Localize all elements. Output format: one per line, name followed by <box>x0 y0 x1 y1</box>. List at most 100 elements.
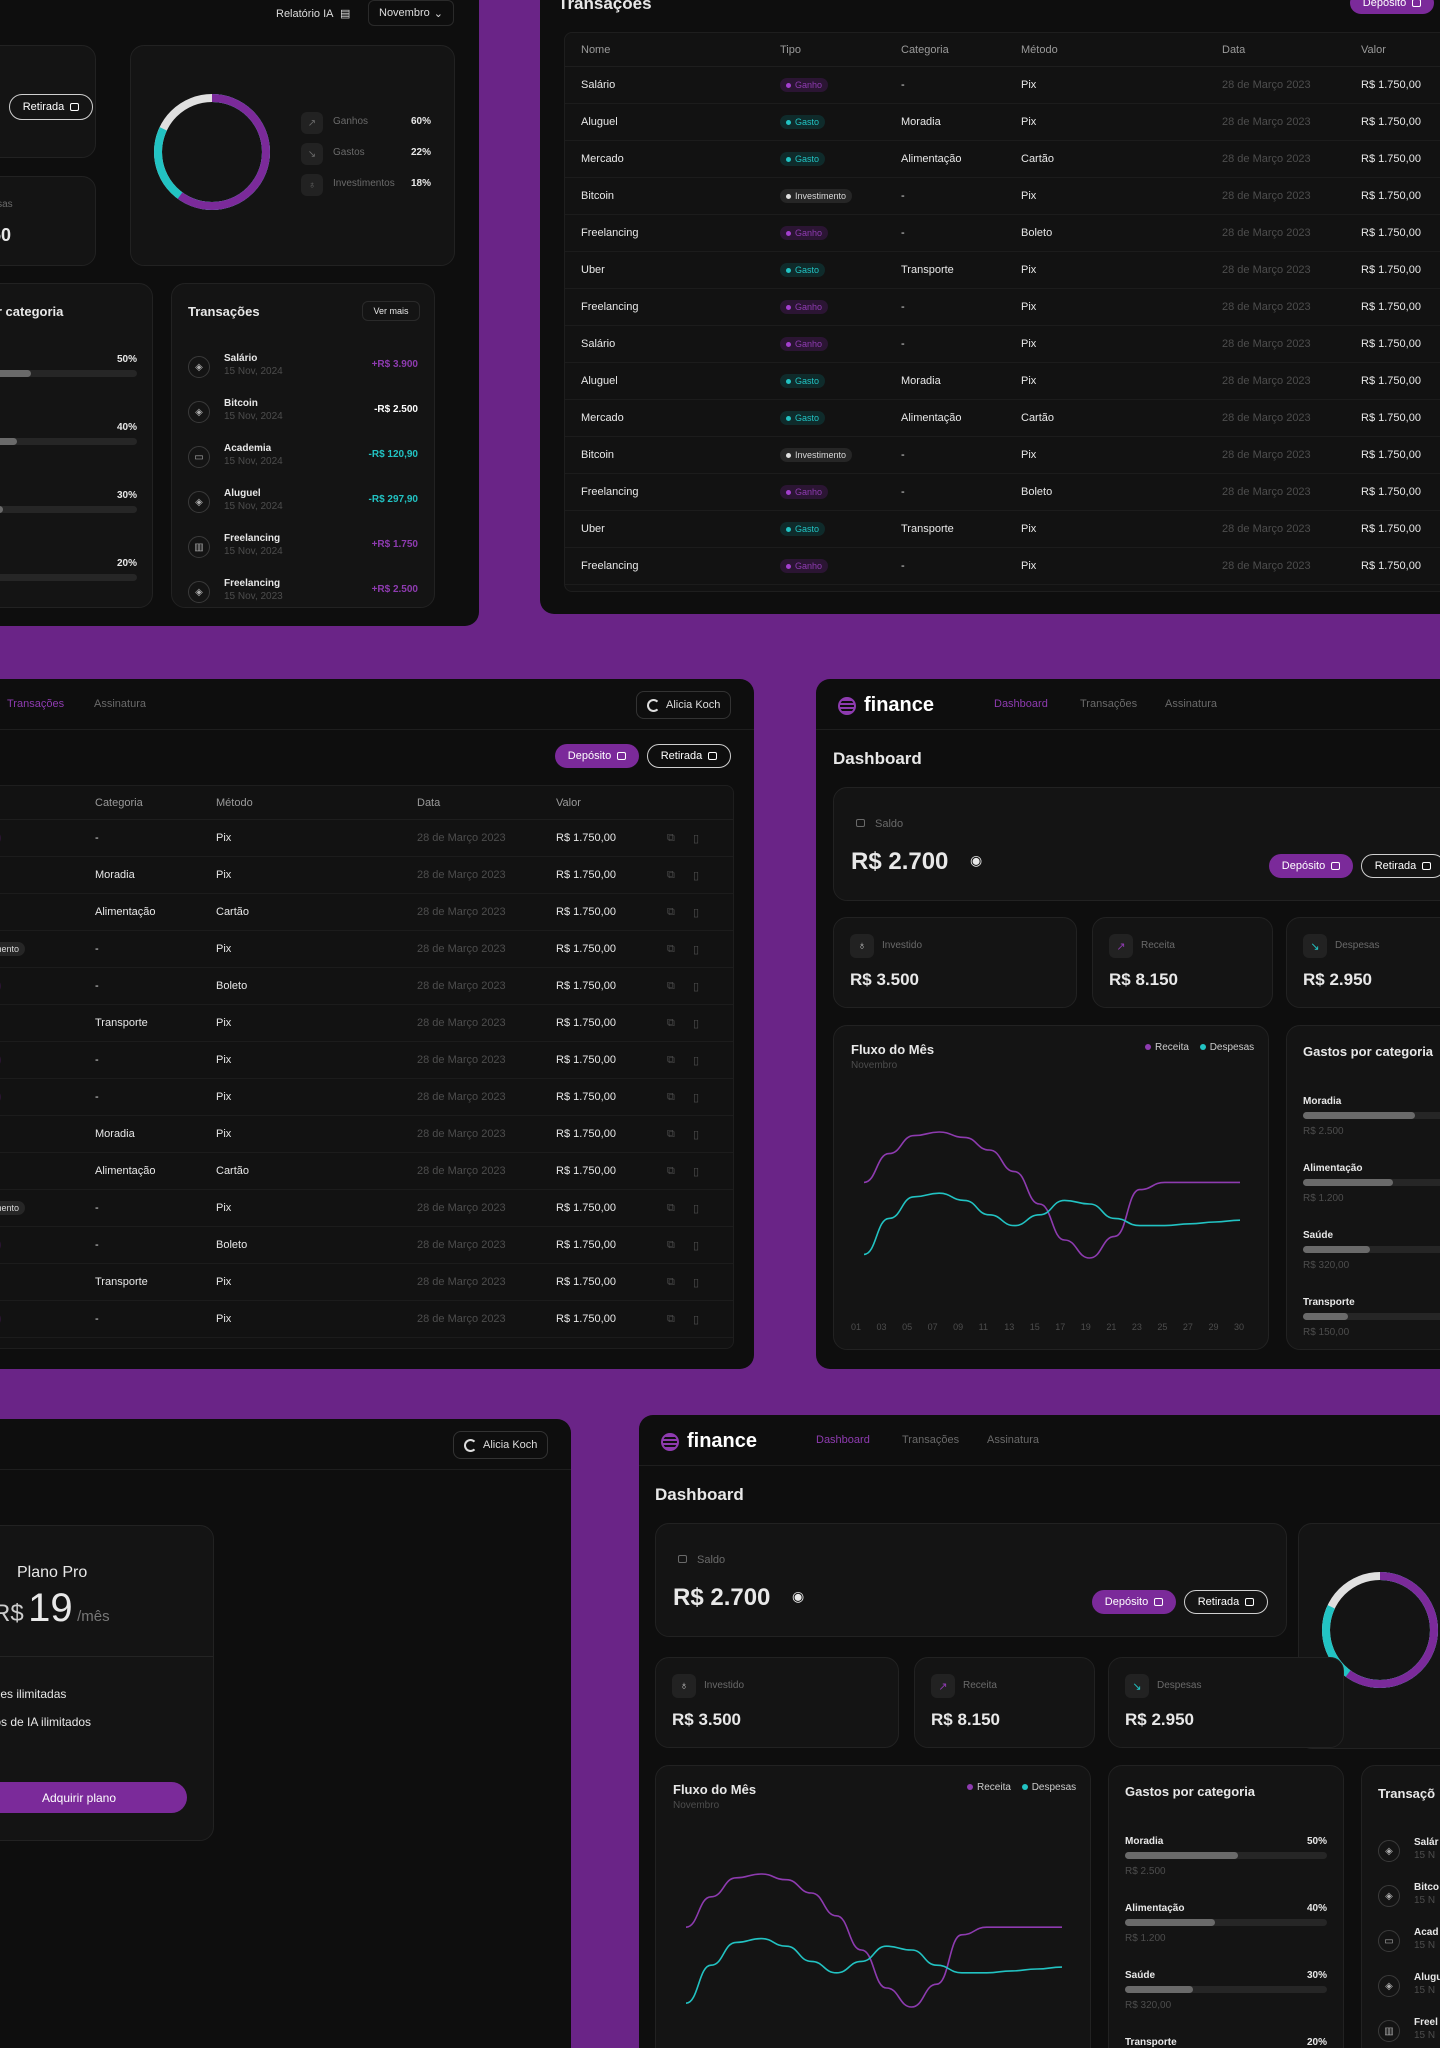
trash-icon[interactable]: ▯ <box>693 1054 699 1067</box>
category-bar <box>1303 1246 1440 1253</box>
eye-icon[interactable]: ◉ <box>970 852 982 869</box>
table-row[interactable]: GastoTransportePix28 de Março 2023R$ 1.7… <box>0 1264 733 1301</box>
nav-dashboard[interactable]: Dashboard <box>994 698 1048 710</box>
trash-icon[interactable]: ▯ <box>693 832 699 845</box>
buy-plan-button[interactable]: Adquirir plano <box>0 1782 187 1813</box>
trash-icon[interactable]: ▯ <box>693 1091 699 1104</box>
table-row[interactable]: Ganho - Pix 28 de Março 2023 R$ 1.750,00 ⧉ ▯ <box>0 1079 733 1116</box>
table-row[interactable]: Bitcoin Investimento - Pix 28 de Março 2023 R… <box>565 437 1440 474</box>
table-row[interactable]: Bitcoin Investimento - Pix 28 de Março 2023 R… <box>565 178 1440 215</box>
column-header[interactable]: Método <box>1021 44 1058 56</box>
column-header[interactable]: Data <box>417 797 440 809</box>
table-row[interactable]: Salário Ganho - Pix 28 de Março 2023 R$ 1.750… <box>565 326 1440 363</box>
trash-icon[interactable]: ▯ <box>693 1017 699 1030</box>
column-header[interactable]: Valor <box>1361 44 1386 56</box>
external-link-icon[interactable]: ⧉ <box>667 1091 675 1104</box>
nav-subscription[interactable]: Assinatura <box>1165 698 1217 710</box>
deposit-button[interactable]: Depósito <box>1350 0 1434 14</box>
transactions-title: Transaçõ <box>1378 1786 1436 1801</box>
trash-icon[interactable]: ▯ <box>693 1165 699 1178</box>
nav-subscription[interactable]: Assinatura <box>94 698 146 710</box>
table-row[interactable]: GastoTransportePix28 de Março 2023R$ 1.7… <box>0 1005 733 1042</box>
column-header[interactable]: Valor <box>556 797 581 809</box>
external-link-icon[interactable]: ⧉ <box>667 1017 675 1030</box>
external-link-icon[interactable]: ⧉ <box>667 1276 675 1289</box>
retirada-button[interactable]: Retirada <box>1184 1590 1268 1614</box>
table-row[interactable]: Mercado Gasto Alimentação Cartão 28 de Março… <box>565 141 1440 178</box>
category-title: Gastos por categoria <box>1303 1044 1434 1059</box>
deposit-button[interactable]: Depósito <box>1269 854 1353 878</box>
trash-icon[interactable]: ▯ <box>693 1128 699 1141</box>
retirada-button[interactable]: Retirada <box>9 94 93 120</box>
user-menu-button[interactable]: Alicia Koch <box>453 1431 549 1459</box>
external-link-icon[interactable]: ⧉ <box>667 1165 675 1178</box>
retirada-button[interactable]: Retirada <box>1361 854 1440 878</box>
table-row[interactable]: Freelancing Ganho - Boleto 28 de Março 2023 R… <box>565 215 1440 252</box>
table-row[interactable]: Freelancing Ganho - Boleto 28 de Março 2023 R… <box>565 474 1440 511</box>
table-row[interactable]: Freelancing Ganho - Pix 28 de Março 2023 R$ 1… <box>565 289 1440 326</box>
column-header[interactable]: Data <box>1222 44 1245 56</box>
table-row[interactable]: Ganho - Boleto 28 de Março 2023 R$ 1.750,00 ⧉… <box>0 1227 733 1264</box>
nav-transactions[interactable]: Transações <box>902 1434 959 1446</box>
eye-icon[interactable]: ◉ <box>792 1588 804 1605</box>
table-row[interactable]: Salário Ganho - Pix 28 de Março 2023 R$ 1.750… <box>565 67 1440 104</box>
table-row[interactable]: Aluguel Gasto Moradia Pix 28 de Março 2023 R$… <box>565 104 1440 141</box>
table-row[interactable]: GastoMoradiaPix28 de Março 2023R$ 1.750,… <box>0 1116 733 1153</box>
trash-icon[interactable]: ▯ <box>693 1202 699 1215</box>
external-link-icon[interactable]: ⧉ <box>667 980 675 993</box>
external-link-icon[interactable]: ⧉ <box>667 1054 675 1067</box>
external-link-icon[interactable]: ⧉ <box>667 943 675 956</box>
tx-name: Freel <box>1414 2017 1438 2028</box>
table-row[interactable]: Aluguel Gasto Moradia Pix 28 de Março 2023 R$… <box>565 363 1440 400</box>
external-link-icon[interactable]: ⧉ <box>667 1128 675 1141</box>
table-row[interactable]: Uber Gasto Transporte Pix 28 de Março 2023 R$… <box>565 511 1440 548</box>
nav-dashboard[interactable]: Dashboard <box>816 1434 870 1446</box>
table-row[interactable]: Ganho - Pix 28 de Março 2023 R$ 1.750,00 ⧉ ▯ <box>0 1042 733 1079</box>
logo[interactable]: finance <box>661 1430 757 1453</box>
table-row[interactable]: Investimento - Pix 28 de Março 2023 R$ 1.750… <box>0 1190 733 1227</box>
deposit-button[interactable]: Depósito <box>555 744 639 768</box>
external-link-icon[interactable]: ⧉ <box>667 832 675 845</box>
external-link-icon[interactable]: ⧉ <box>667 1202 675 1215</box>
external-link-icon[interactable]: ⧉ <box>667 1239 675 1252</box>
trash-icon[interactable]: ▯ <box>693 943 699 956</box>
nav-transactions[interactable]: Transações <box>7 698 64 710</box>
table-row[interactable]: Freelancing Ganho - Pix 28 de Março 2023 R$ 1… <box>565 548 1440 585</box>
external-link-icon[interactable]: ⧉ <box>667 869 675 882</box>
trash-icon[interactable]: ▯ <box>693 869 699 882</box>
table-row[interactable]: Uber Gasto Transporte Pix 28 de Março 2023 R$… <box>565 252 1440 289</box>
report-ai-button[interactable]: Relatório IA ▤ <box>276 7 350 20</box>
column-header[interactable]: Método <box>216 797 253 809</box>
trash-icon[interactable]: ▯ <box>693 980 699 993</box>
logo[interactable]: finance <box>838 694 934 717</box>
external-link-icon[interactable]: ⧉ <box>667 906 675 919</box>
deposit-button[interactable]: Depósito <box>1092 1590 1176 1614</box>
table-row[interactable]: GastoAlimentaçãoCartão28 de Março 2023R$… <box>0 1153 733 1190</box>
month-select[interactable]: Novembro ⌄ <box>368 0 454 26</box>
trash-icon[interactable]: ▯ <box>693 1313 699 1326</box>
column-header[interactable]: Nome <box>581 44 610 56</box>
table-row[interactable]: Ganho - Pix 28 de Março 2023 R$ 1.750,00 ⧉ ▯ <box>0 1301 733 1338</box>
cell-method: Pix <box>1021 264 1037 276</box>
column-header[interactable]: Categoria <box>901 44 949 56</box>
trash-icon[interactable]: ▯ <box>693 906 699 919</box>
external-link-icon[interactable]: ⧉ <box>667 1313 675 1326</box>
cell-method: Pix <box>1021 116 1037 128</box>
user-menu-button[interactable]: Alicia Koch <box>636 691 732 719</box>
retirada-button[interactable]: Retirada <box>647 744 731 768</box>
table-row[interactable]: GastoMoradiaPix28 de Março 2023R$ 1.750,… <box>0 857 733 894</box>
category-amount: R$ 320,00 <box>1303 1260 1350 1271</box>
table-row[interactable]: Mercado Gasto Alimentação Cartão 28 de Março… <box>565 400 1440 437</box>
see-more-button[interactable]: Ver mais <box>362 301 420 321</box>
nav-subscription[interactable]: Assinatura <box>987 1434 1039 1446</box>
column-header[interactable]: Tipo <box>780 44 801 56</box>
table-row[interactable]: Ganho - Pix 28 de Março 2023 R$ 1.750,00 ⧉ ▯ <box>0 820 733 857</box>
column-header[interactable]: Categoria <box>95 797 143 809</box>
wallet-icon <box>1422 862 1432 870</box>
table-row[interactable]: GastoAlimentaçãoCartão28 de Março 2023R$… <box>0 894 733 931</box>
trash-icon[interactable]: ▯ <box>693 1276 699 1289</box>
table-row[interactable]: Investimento - Pix 28 de Março 2023 R$ 1.750… <box>0 931 733 968</box>
nav-transactions[interactable]: Transações <box>1080 698 1137 710</box>
trash-icon[interactable]: ▯ <box>693 1239 699 1252</box>
table-row[interactable]: Ganho - Boleto 28 de Março 2023 R$ 1.750,00 ⧉… <box>0 968 733 1005</box>
